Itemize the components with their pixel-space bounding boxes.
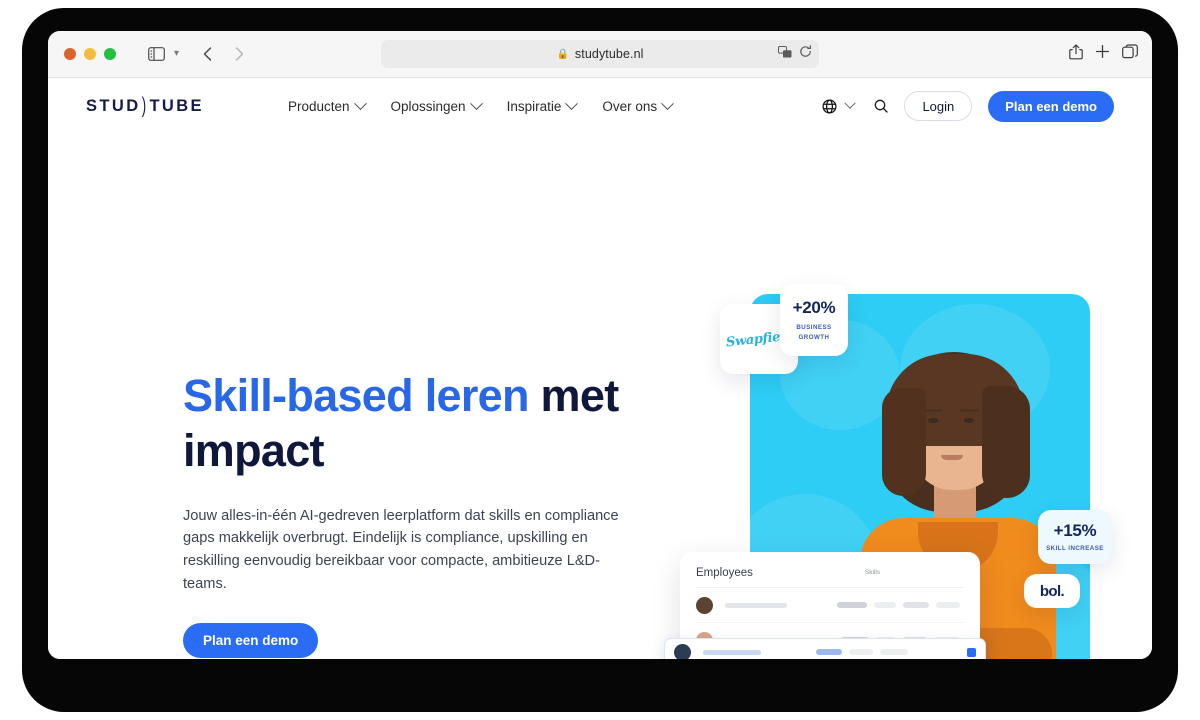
address-bar[interactable]: 🔒 studytube.nl (381, 40, 819, 68)
forward-chevron-icon[interactable] (225, 41, 253, 67)
selected-employee-row[interactable] (664, 638, 986, 659)
studytube-logo[interactable]: STUD) TUBE (86, 93, 204, 117)
employee-name-placeholder (725, 602, 787, 608)
skill-chip (880, 649, 908, 655)
avatar (674, 643, 691, 659)
translate-icon[interactable] (778, 45, 792, 63)
skill-chip (936, 602, 960, 608)
browser-toolbar: ▾ 🔒 studytube.nl (48, 31, 1152, 78)
hero-section: Skill-based leren met impact Jouw alles-… (48, 134, 1152, 659)
nav-item-inspiratie[interactable]: Inspiratie (506, 96, 579, 114)
skill-chip (816, 649, 842, 655)
header-demo-button[interactable]: Plan een demo (988, 90, 1114, 122)
logo-paren-mark: ) (141, 93, 149, 118)
close-window-button[interactable] (64, 48, 76, 60)
logo-text-right: TUBE (149, 96, 204, 115)
skill-chips (837, 602, 964, 608)
skill-chip (903, 602, 929, 608)
person-mouth (941, 455, 963, 460)
person-hair-right (982, 386, 1030, 498)
person-eye-left (928, 418, 938, 423)
column-header-skills: Skills (864, 569, 881, 576)
growth-value: +20% (792, 298, 836, 318)
tab-overview-icon[interactable] (1122, 44, 1138, 64)
skill-value: +15% (1053, 520, 1097, 540)
chevron-down-icon (353, 96, 367, 110)
column-header-employees: Employees (696, 566, 753, 579)
language-selector[interactable] (822, 97, 857, 114)
chevron-down-icon (661, 96, 675, 110)
sidebar-chevron-down-icon[interactable]: ▾ (174, 49, 179, 59)
row-checkbox[interactable] (967, 647, 976, 657)
employee-name-placeholder (703, 649, 761, 655)
growth-label: BUSINESS GROWTH (796, 324, 832, 341)
header-actions: Login Plan een demo (822, 90, 1114, 122)
bol-wordmark: bol. (1039, 582, 1065, 600)
avatar (696, 596, 713, 614)
nav-label: Over ons (602, 98, 658, 114)
hero-copy: Skill-based leren met impact Jouw alles-… (183, 369, 633, 659)
hero-paragraph: Jouw alles-in-één AI-gedreven leerplatfo… (183, 507, 619, 592)
window-controls[interactable] (64, 48, 116, 60)
share-icon[interactable] (1069, 43, 1083, 65)
chevron-down-icon (469, 96, 483, 110)
nav-label: Inspiratie (506, 98, 562, 114)
skill-chip (837, 602, 867, 608)
minimize-window-button[interactable] (84, 48, 96, 60)
maximize-window-button[interactable] (104, 48, 116, 60)
main-navigation: Producten Oplossingen Inspiratie Over on… (287, 96, 675, 114)
site-header: STUD) TUBE Producten Oplossingen Inspirat… (48, 78, 1152, 134)
chevron-down-icon (844, 97, 857, 109)
page-title: Skill-based leren met impact (183, 369, 633, 479)
person-hair-left (882, 388, 926, 496)
nav-label: Oplossingen (390, 98, 466, 114)
nav-item-producten[interactable]: Producten (287, 96, 367, 114)
back-chevron-icon[interactable] (193, 41, 221, 67)
login-button[interactable]: Login (904, 91, 973, 121)
person-eye-right (964, 418, 974, 423)
bol-logo-card: bol. (1024, 574, 1080, 608)
skill-increase-stat-card: +15% SKILL INCREASE (1038, 510, 1112, 564)
business-growth-stat-card: +20% BUSINESS GROWTH (780, 284, 848, 356)
hero-title-accent: Skill-based leren (183, 370, 529, 421)
table-header-row: Employees Skills (696, 564, 964, 588)
url-text: studytube.nl (574, 47, 644, 61)
skill-chip (874, 602, 896, 608)
globe-icon (822, 98, 837, 114)
skill-chip (849, 649, 873, 655)
lock-icon: 🔒 (556, 48, 569, 60)
plus-icon[interactable] (1095, 44, 1110, 64)
nav-item-over-ons[interactable]: Over ons (602, 96, 675, 114)
page-viewport: STUD) TUBE Producten Oplossingen Inspirat… (48, 78, 1152, 659)
browser-window: ▾ 🔒 studytube.nl STUD) TUBE Producten O… (48, 31, 1152, 659)
reload-icon[interactable] (799, 45, 812, 63)
person-brow-right (960, 409, 978, 412)
chevron-down-icon (565, 96, 579, 110)
hero-demo-button[interactable]: Plan een demo (183, 623, 319, 659)
search-icon[interactable] (874, 99, 889, 113)
hero-visual: Swapfiets +20% BUSINESS GROWTH +15% SKIL… (664, 242, 1120, 659)
skill-label: SKILL INCREASE (1046, 544, 1104, 552)
nav-label: Producten (287, 98, 350, 114)
table-row[interactable] (696, 588, 964, 623)
skill-chips (816, 649, 912, 655)
sidebar-toggle-icon[interactable] (142, 41, 170, 67)
nav-item-oplossingen[interactable]: Oplossingen (390, 96, 483, 114)
logo-text-left: STUD (86, 96, 141, 115)
person-brow-left (924, 409, 942, 412)
